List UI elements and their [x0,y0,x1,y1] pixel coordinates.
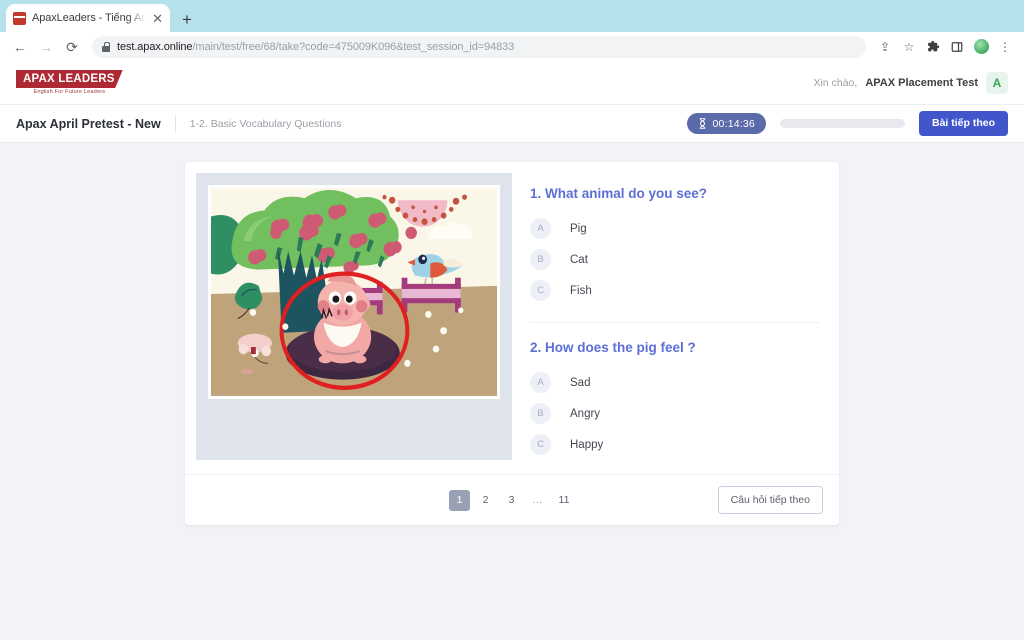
address-bar[interactable]: test.apax.online/main/test/free/68/take?… [92,35,866,58]
question-card: 1. What animal do you see? A Pig B Cat C [185,162,839,525]
option-letter: A [530,372,551,393]
page-1[interactable]: 1 [449,489,470,511]
card-body: 1. What animal do you see? A Pig B Cat C [185,162,839,460]
subheader-right: 00:14:36 Bài tiếp theo [686,111,1008,136]
url-path: /main/test/free/68/take?code=475009K096&… [192,40,515,53]
question-title: 1. What animal do you see? [530,186,708,201]
option-letter: C [530,280,551,301]
site-header: APAX LEADERS English For Future Leaders … [0,61,1024,105]
option-label: Sad [570,376,591,389]
option-letter: C [530,434,551,455]
page-3[interactable]: 3 [501,490,522,511]
test-subheader: Apax April Pretest - New 1-2. Basic Voca… [0,105,1024,143]
user-greeting: Xin chào, APAX Placement Test A [813,71,1008,94]
option-letter: A [530,218,551,239]
progress-bar [779,119,905,128]
option-2-b[interactable]: B Angry [530,398,820,429]
forward-icon[interactable]: → [34,35,58,59]
close-icon[interactable]: ✕ [152,12,163,25]
tab-strip: ApaxLeaders - Tiếng Anh trẻ e ✕ + [0,0,1024,32]
question-title: 2. How does the pig feel ? [530,340,696,355]
share-icon[interactable]: ⇪ [874,36,896,58]
option-1-c[interactable]: C Fish [530,275,820,306]
next-question-button[interactable]: Câu hỏi tiếp theo [717,485,823,515]
page-ellipsis: … [532,494,544,506]
browser-toolbar: ← → ⟳ test.apax.online/main/test/free/68… [0,32,1024,61]
greeting-text: Xin chào, [813,76,858,89]
option-label: Happy [570,438,604,451]
back-icon[interactable]: ← [8,35,32,59]
chrome-menu-icon[interactable]: ⋮ [994,36,1016,58]
option-letter: B [530,403,551,424]
option-label: Angry [570,407,601,420]
pagination: 1 2 3 … 11 [449,489,575,511]
browser-window: ApaxLeaders - Tiếng Anh trẻ e ✕ + ← → ⟳ … [0,0,1024,640]
apax-favicon [13,11,26,25]
browser-tab[interactable]: ApaxLeaders - Tiếng Anh trẻ e ✕ [6,4,170,32]
image-panel [196,173,512,460]
logo-tagline: English For Future Leaders [33,89,106,96]
url-text: test.apax.online/main/test/free/68/take?… [117,41,514,53]
tab-title: ApaxLeaders - Tiếng Anh trẻ e [32,12,147,24]
next-lesson-button[interactable]: Bài tiếp theo [918,111,1008,136]
page-title: Apax April Pretest - New [16,116,161,131]
divider [174,115,176,132]
option-2-a[interactable]: A Sad [530,367,820,398]
option-label: Fish [570,284,592,297]
option-label: Cat [570,253,588,266]
option-letter: B [530,249,551,270]
side-panel-icon[interactable] [946,36,968,58]
option-2-c[interactable]: C Happy [530,429,820,460]
question-block-1: 1. What animal do you see? A Pig B Cat C [530,186,820,306]
content-area: 1. What animal do you see? A Pig B Cat C [0,143,1024,640]
page-2[interactable]: 2 [475,490,496,511]
user-name: APAX Placement Test [865,76,978,89]
timer-value: 00:14:36 [712,117,755,130]
lock-icon [102,41,110,52]
web-page: APAX LEADERS English For Future Leaders … [0,61,1024,640]
bookmark-star-icon[interactable]: ☆ [898,36,920,58]
option-1-a[interactable]: A Pig [530,213,820,244]
pig-in-mud-illustration [208,185,500,399]
countdown-timer: 00:14:36 [686,113,766,134]
apax-logo[interactable]: APAX LEADERS English For Future Leaders [16,69,123,96]
page-11[interactable]: 11 [554,490,575,511]
extensions-puzzle-icon[interactable] [922,36,944,58]
questions-column: 1. What animal do you see? A Pig B Cat C [516,173,828,460]
card-footer: 1 2 3 … 11 Câu hỏi tiếp theo [185,474,839,525]
new-tab-button[interactable]: + [182,11,192,28]
option-label: Pig [570,222,587,235]
profile-avatar-icon[interactable] [970,36,992,58]
url-domain: test.apax.online [117,40,193,53]
section-title: 1-2. Basic Vocabulary Questions [189,117,342,130]
question-block-2: 2. How does the pig feel ? A Sad B Angry… [530,322,820,460]
reload-icon[interactable]: ⟳ [60,35,84,59]
option-1-b[interactable]: B Cat [530,244,820,275]
hourglass-icon [698,118,707,129]
logo-text: APAX LEADERS [16,69,123,89]
avatar[interactable]: A [986,71,1008,94]
